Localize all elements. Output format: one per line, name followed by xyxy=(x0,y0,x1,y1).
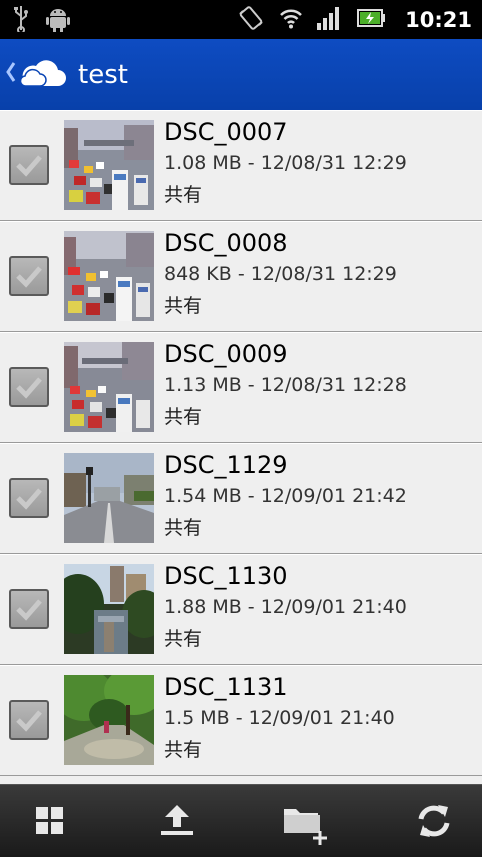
canal-photo xyxy=(64,564,154,654)
row-divider xyxy=(0,665,482,666)
select-checkbox[interactable] xyxy=(9,256,49,296)
shared-label: 共有 xyxy=(164,184,203,206)
shared-label: 共有 xyxy=(164,739,203,761)
file-list[interactable]: DSC_0007 1.08 MB - 12/08/31 12:29 共有 DSC… xyxy=(0,110,482,784)
file-meta: 1.54 MB - 12/09/01 21:42 xyxy=(164,485,407,507)
file-meta: 848 KB - 12/08/31 12:29 xyxy=(164,263,397,285)
chevron-left-icon[interactable] xyxy=(6,61,16,89)
file-meta: 1.08 MB - 12/08/31 12:29 xyxy=(164,152,407,174)
row-divider xyxy=(0,332,482,333)
select-checkbox[interactable] xyxy=(9,589,49,629)
android-debug-icon xyxy=(46,6,70,36)
file-row-DSC_0007[interactable]: DSC_0007 1.08 MB - 12/08/31 12:29 共有 xyxy=(0,110,482,221)
select-checkbox[interactable] xyxy=(9,145,49,185)
file-name: DSC_0008 xyxy=(164,229,288,257)
file-row-DSC_1131[interactable]: DSC_1131 1.5 MB - 12/09/01 21:40 共有 xyxy=(0,665,482,776)
shared-label: 共有 xyxy=(164,517,203,539)
select-checkbox[interactable] xyxy=(9,367,49,407)
file-meta: 1.5 MB - 12/09/01 21:40 xyxy=(164,707,395,729)
park-path-photo xyxy=(64,675,154,765)
cloud-icon[interactable] xyxy=(18,56,68,94)
select-checkbox[interactable] xyxy=(9,478,49,518)
battery-charging-icon xyxy=(357,8,386,32)
header-bar[interactable]: test xyxy=(0,39,482,110)
new-folder-icon[interactable] xyxy=(282,799,332,845)
file-name: DSC_0007 xyxy=(164,118,288,146)
page-title: test xyxy=(78,59,128,90)
row-divider xyxy=(0,221,482,222)
clock: 10:21 xyxy=(405,7,472,32)
row-divider xyxy=(0,110,482,111)
row-divider xyxy=(0,554,482,555)
empty-road-photo xyxy=(64,453,154,543)
refresh-icon[interactable] xyxy=(412,799,456,843)
grid-view-icon[interactable] xyxy=(28,799,72,843)
traffic-street-photo xyxy=(64,342,154,432)
signal-icon xyxy=(317,6,343,34)
file-meta: 1.88 MB - 12/09/01 21:40 xyxy=(164,596,407,618)
wifi-icon xyxy=(279,7,303,33)
vibrate-icon xyxy=(237,4,265,36)
status-bar: 10:21 xyxy=(0,0,482,39)
select-checkbox[interactable] xyxy=(9,700,49,740)
upload-icon[interactable] xyxy=(155,799,199,843)
file-meta: 1.13 MB - 12/08/31 12:28 xyxy=(164,374,407,396)
file-row-DSC_1129[interactable]: DSC_1129 1.54 MB - 12/09/01 21:42 共有 xyxy=(0,443,482,554)
traffic-street-photo xyxy=(64,120,154,210)
file-name: DSC_1130 xyxy=(164,562,288,590)
bottom-toolbar xyxy=(0,784,482,857)
file-name: DSC_0009 xyxy=(164,340,288,368)
file-row-DSC_0008[interactable]: DSC_0008 848 KB - 12/08/31 12:29 共有 xyxy=(0,221,482,332)
usb-icon xyxy=(14,6,28,36)
traffic-street-photo xyxy=(64,231,154,321)
file-row-DSC_1130[interactable]: DSC_1130 1.88 MB - 12/09/01 21:40 共有 xyxy=(0,554,482,665)
file-name: DSC_1129 xyxy=(164,451,288,479)
row-divider xyxy=(0,443,482,444)
file-name: DSC_1131 xyxy=(164,673,288,701)
shared-label: 共有 xyxy=(164,406,203,428)
file-row-DSC_0009[interactable]: DSC_0009 1.13 MB - 12/08/31 12:28 共有 xyxy=(0,332,482,443)
shared-label: 共有 xyxy=(164,295,203,317)
shared-label: 共有 xyxy=(164,628,203,650)
